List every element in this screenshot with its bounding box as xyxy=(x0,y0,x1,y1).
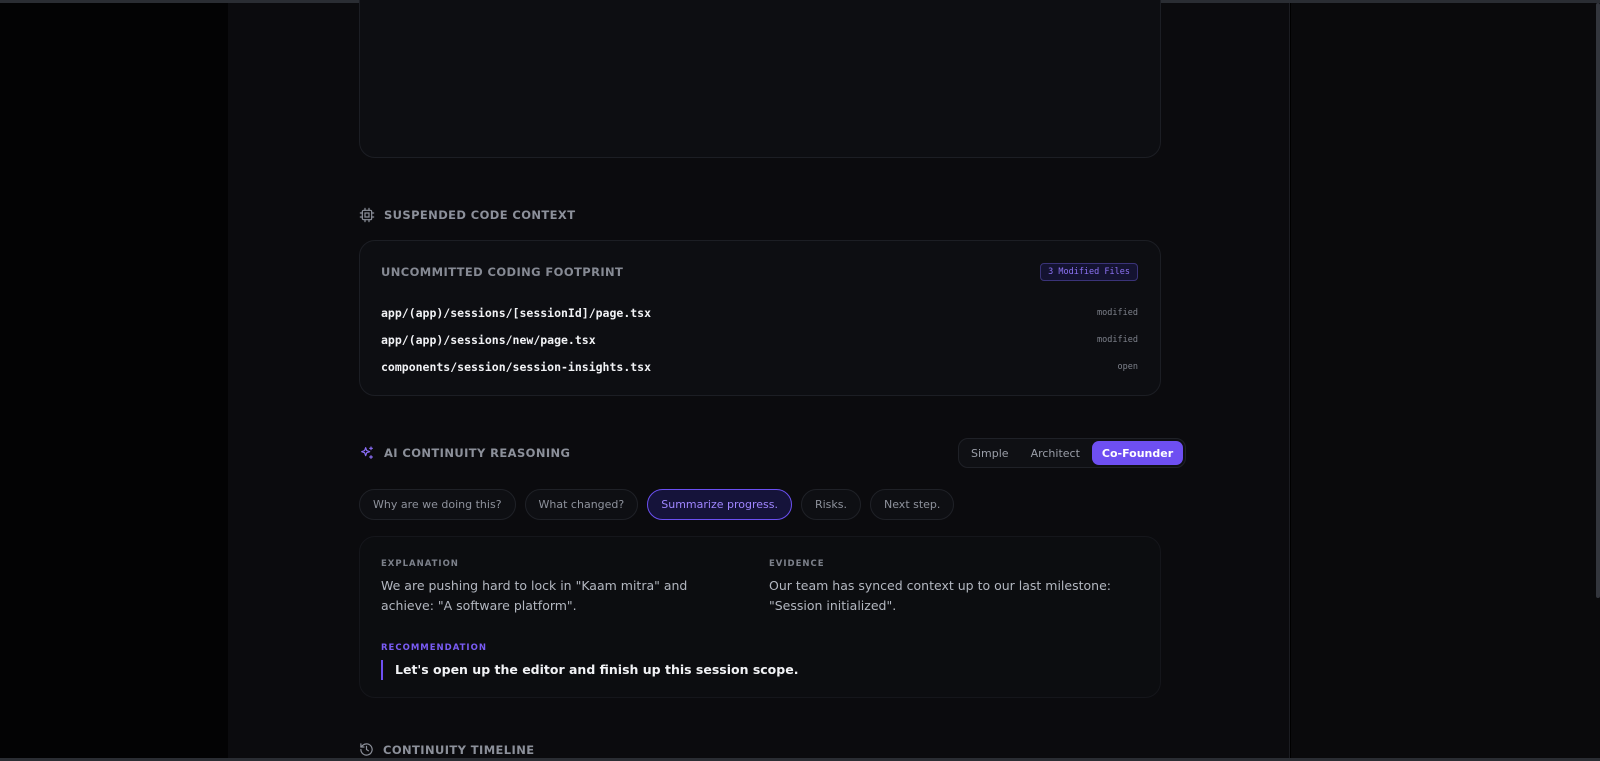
code-context-heading: SUSPENDED CODE CONTEXT xyxy=(359,207,575,223)
chip-next-step[interactable]: Next step. xyxy=(870,489,955,520)
explanation-text: We are pushing hard to lock in "Kaam mit… xyxy=(381,578,688,613)
reasoning-heading: AI CONTINUITY REASONING xyxy=(359,445,570,461)
file-status: modified xyxy=(1097,334,1138,345)
recommendation-text: Let's open up the editor and finish up t… xyxy=(381,660,798,680)
right-panel xyxy=(1291,3,1600,758)
mode-simple-button[interactable]: Simple xyxy=(961,441,1019,465)
reasoning-title: AI CONTINUITY REASONING xyxy=(384,446,571,460)
file-row[interactable]: app/(app)/sessions/new/page.tsx modified xyxy=(381,326,1138,353)
modified-files-badge: 3 Modified Files xyxy=(1040,263,1138,281)
cpu-chip-icon xyxy=(359,207,375,223)
top-card xyxy=(359,0,1161,158)
file-path[interactable]: app/(app)/sessions/new/page.tsx xyxy=(381,333,596,347)
chip-risks[interactable]: Risks. xyxy=(800,489,861,520)
file-row[interactable]: app/(app)/sessions/[sessionId]/page.tsx … xyxy=(381,299,1138,326)
explanation-label: EXPLANATION xyxy=(381,559,459,569)
recommendation-label: RECOMMENDATION xyxy=(381,643,487,653)
evidence-label: EVIDENCE xyxy=(769,559,825,569)
file-path[interactable]: app/(app)/sessions/[sessionId]/page.tsx xyxy=(381,306,651,320)
file-list: app/(app)/sessions/[sessionId]/page.tsx … xyxy=(381,299,1138,380)
timeline-title: CONTINUITY TIMELINE xyxy=(383,742,535,757)
mode-cofounder-button[interactable]: Co-Founder xyxy=(1091,441,1184,465)
code-context-title: SUSPENDED CODE CONTEXT xyxy=(384,208,576,222)
file-status: open xyxy=(1117,361,1138,372)
scrollbar-thumb[interactable] xyxy=(1596,3,1600,598)
mode-architect-button[interactable]: Architect xyxy=(1021,441,1090,465)
coding-footprint-title: UNCOMMITTED CODING FOOTPRINT xyxy=(381,265,624,279)
chip-why[interactable]: Why are we doing this? xyxy=(359,489,516,520)
chip-what-changed[interactable]: What changed? xyxy=(524,489,639,520)
question-chips: Why are we doing this? What changed? Sum… xyxy=(359,489,955,520)
file-path[interactable]: components/session/session-insights.tsx xyxy=(381,360,651,374)
reasoning-answer-card: EXPLANATION We are pushing hard to lock … xyxy=(359,536,1161,698)
chip-summarize-progress[interactable]: Summarize progress. xyxy=(647,489,792,520)
left-sidebar xyxy=(0,3,228,758)
timeline-heading: CONTINUITY TIMELINE xyxy=(359,742,535,757)
history-icon xyxy=(360,743,373,756)
evidence-text: Our team has synced context up to our la… xyxy=(769,578,1111,613)
coding-footprint-card: UNCOMMITTED CODING FOOTPRINT 3 Modified … xyxy=(359,240,1161,396)
file-row[interactable]: components/session/session-insights.tsx … xyxy=(381,353,1138,380)
explanation-block: EXPLANATION We are pushing hard to lock … xyxy=(381,559,731,616)
evidence-block: EVIDENCE Our team has synced context up … xyxy=(769,559,1119,616)
reasoning-mode-toggle: Simple Architect Co-Founder xyxy=(958,438,1187,468)
coding-footprint-header: UNCOMMITTED CODING FOOTPRINT 3 Modified … xyxy=(381,263,1138,281)
sparkles-icon xyxy=(361,446,373,459)
file-status: modified xyxy=(1097,307,1138,318)
